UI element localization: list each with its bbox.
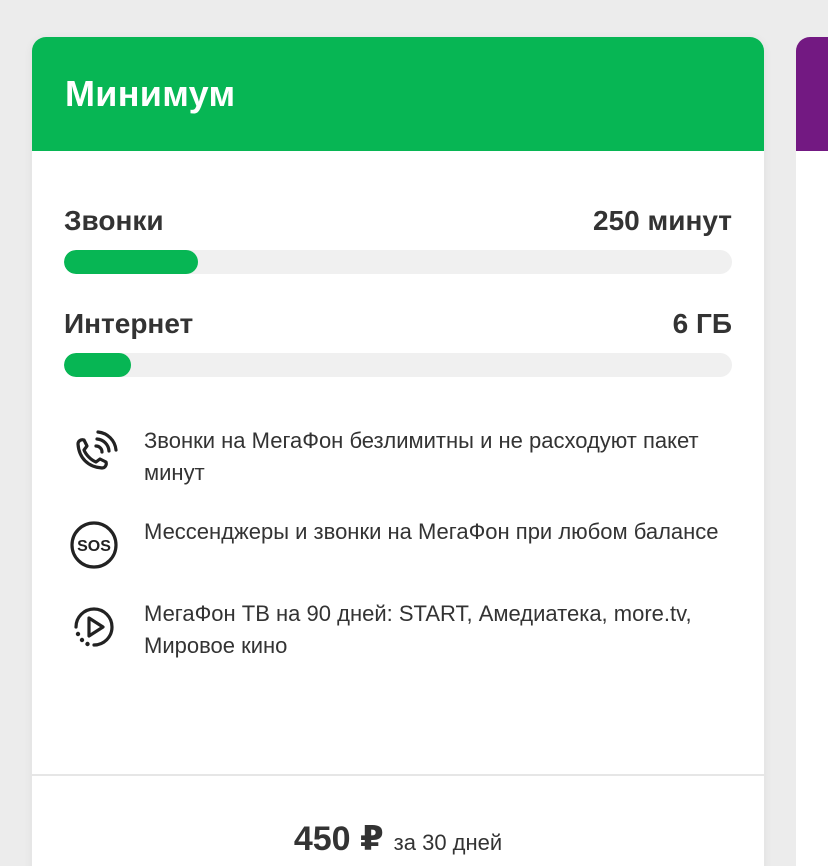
feature-text: МегаФон ТВ на 90 дней: START, Амедиатека… [144, 601, 692, 658]
next-tariff-card[interactable] [796, 37, 828, 866]
feature-item: Звонки на МегаФон безлимитны и не расход… [68, 425, 734, 489]
tariff-card-header: Минимум [32, 37, 764, 151]
phone-calls-icon [68, 428, 120, 480]
internet-progress-fill [64, 353, 131, 377]
page: Минимум Звонки 250 минут Интернет 6 ГБ З… [0, 0, 828, 866]
divider [32, 774, 764, 776]
price-period: за 30 дней [393, 830, 503, 855]
calls-progress-bar [64, 250, 732, 274]
feature-text: Мессенджеры и звонки на МегаФон при любо… [144, 519, 719, 544]
tariff-title: Минимум [65, 73, 236, 114]
feature-text: Звонки на МегаФон безлимитны и не расход… [144, 428, 699, 485]
feature-item: SOS Мессенджеры и звонки на МегаФон при … [68, 516, 734, 571]
internet-progress-bar [64, 353, 732, 377]
calls-progress-fill [64, 250, 198, 274]
tv-play-icon [68, 601, 120, 653]
next-tariff-card-header [796, 37, 828, 151]
usage-row-internet: Интернет 6 ГБ [64, 308, 732, 340]
price-amount: 450 ₽ [293, 820, 384, 858]
internet-value: 6 ГБ [672, 308, 732, 339]
sos-icon: SOS [68, 519, 120, 571]
price-row: 450 ₽ за 30 дней [32, 819, 764, 859]
usage-row-calls: Звонки 250 минут [64, 205, 732, 237]
calls-value: 250 минут [593, 205, 732, 236]
feature-item: МегаФон ТВ на 90 дней: START, Амедиатека… [68, 598, 734, 662]
tariff-card[interactable]: Минимум Звонки 250 минут Интернет 6 ГБ З… [32, 37, 764, 866]
features-list: Звонки на МегаФон безлимитны и не расход… [32, 425, 764, 662]
usage-section: Звонки 250 минут Интернет 6 ГБ [32, 205, 764, 377]
svg-text:SOS: SOS [77, 538, 111, 555]
calls-label: Звонки [64, 205, 164, 236]
internet-label: Интернет [64, 308, 194, 339]
